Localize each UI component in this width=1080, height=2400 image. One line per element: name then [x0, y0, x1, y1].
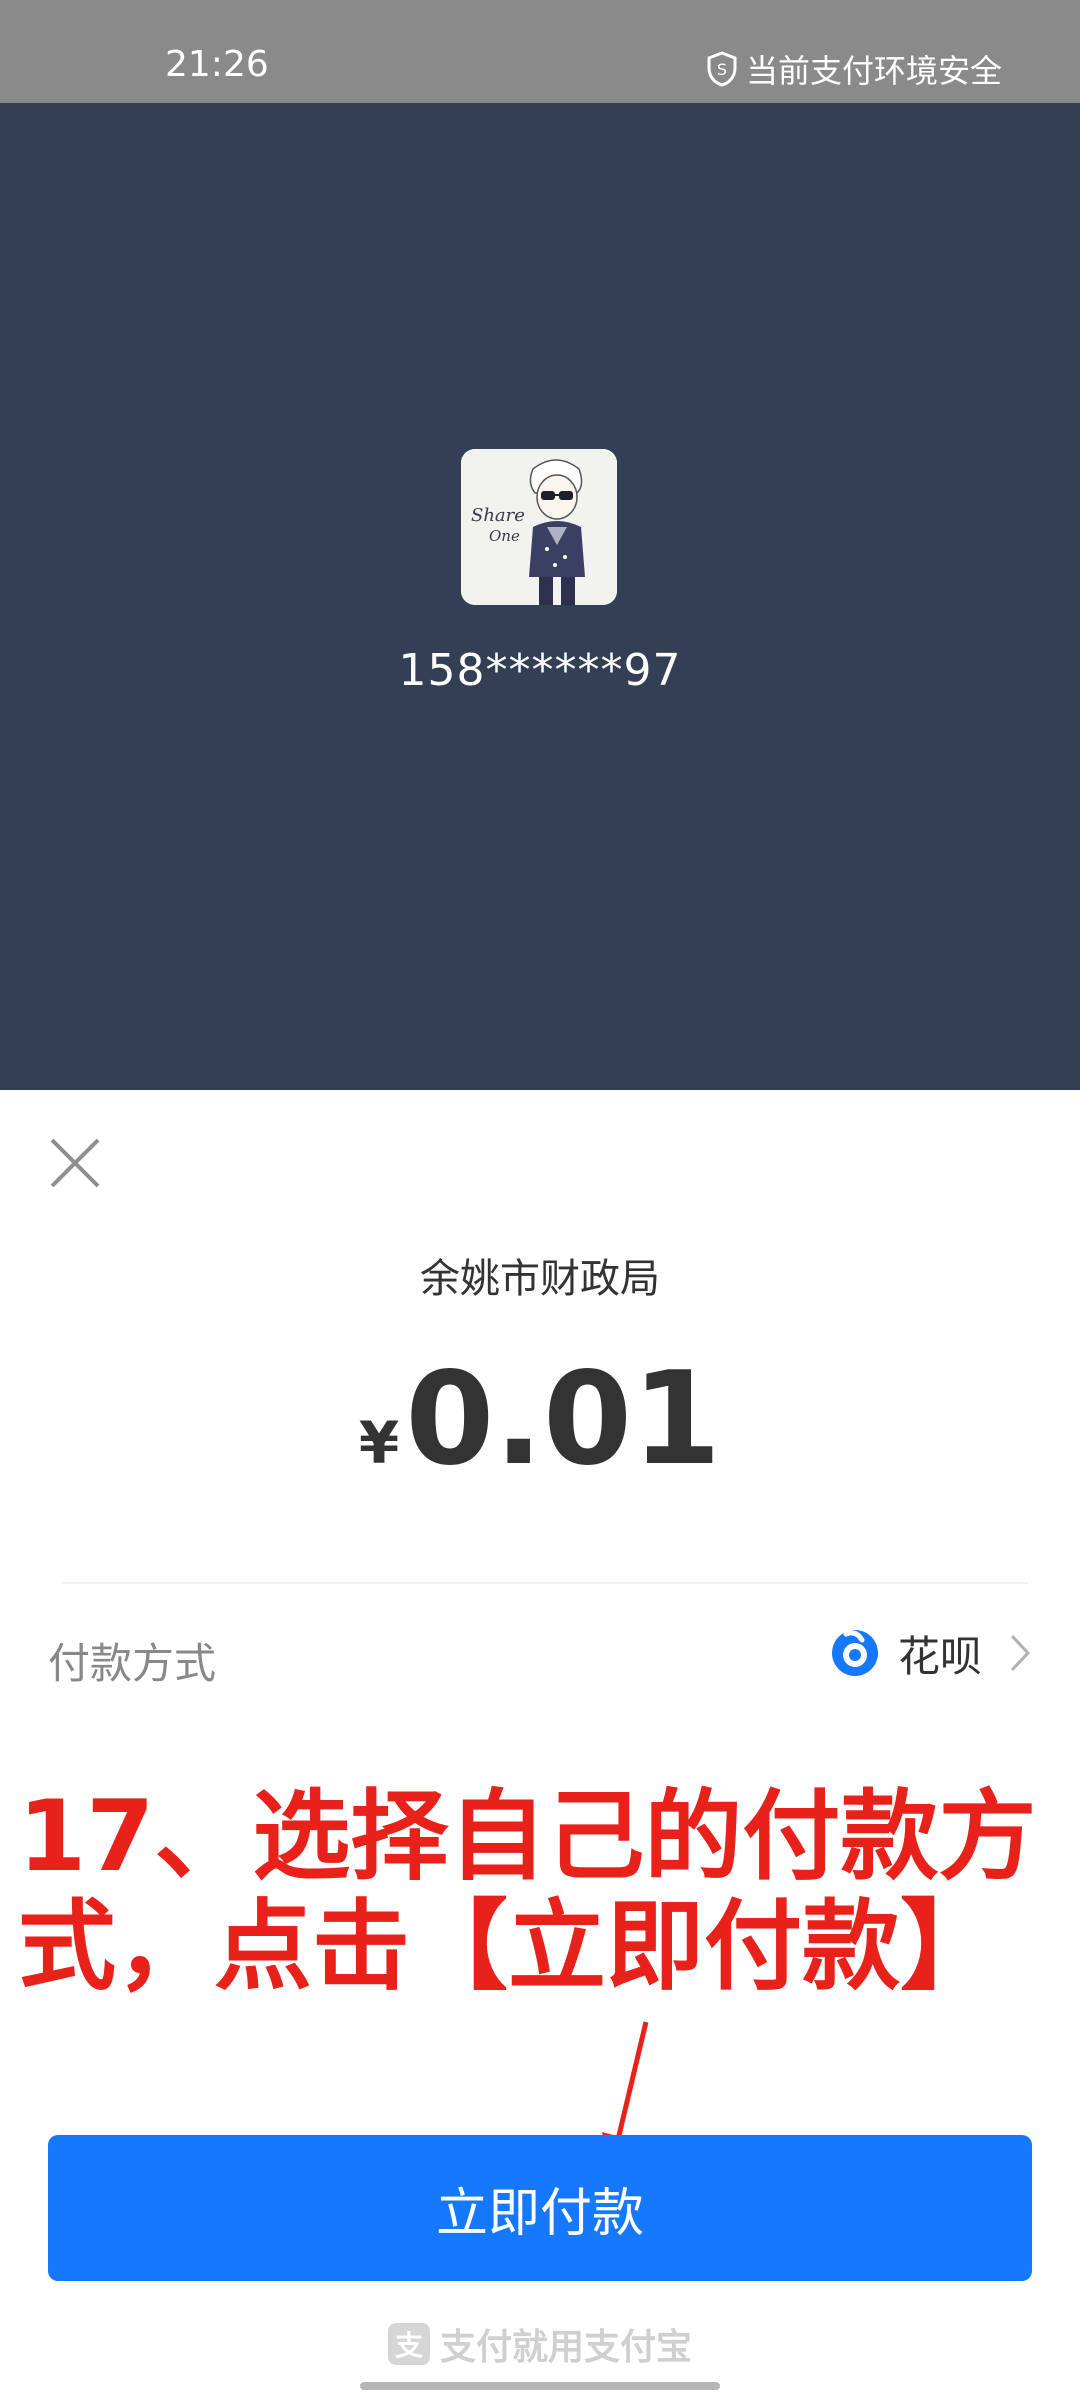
payee-panel: Share One 158******97 — [0, 103, 1080, 1090]
payment-method-selector[interactable]: 花呗 — [830, 1622, 1032, 1684]
tutorial-annotation: 17、选择自己的付款方 式，点击【立即付款】 — [18, 1782, 1058, 2002]
payment-method-value: 花呗 — [897, 1631, 982, 1681]
amount-value: 0.01 — [405, 1345, 722, 1494]
currency-symbol: ¥ — [358, 1409, 400, 1477]
avatar-illustration: Share One — [461, 449, 617, 605]
pay-now-button[interactable]: 立即付款 — [48, 2135, 1032, 2281]
close-icon — [50, 1138, 100, 1188]
annotation-line-1: 17、选择自己的付款方 — [18, 1780, 1037, 1894]
status-bar: 21:26 S 当前支付环境安全 — [0, 0, 1080, 103]
footer-text: 支付就用支付宝 — [439, 2327, 692, 2368]
home-indicator[interactable] — [360, 2382, 720, 2390]
merchant-name: 余姚市财政局 — [420, 1256, 660, 1302]
payment-amount: ¥0.01 — [0, 1345, 1080, 1494]
payment-method-label: 付款方式 — [48, 1639, 217, 1688]
svg-text:S: S — [717, 60, 727, 79]
security-text: 当前支付环境安全 — [745, 52, 1002, 90]
avatar: Share One — [461, 449, 617, 605]
annotation-line-2: 式，点击【立即付款】 — [18, 1890, 999, 2004]
huabei-icon — [831, 1630, 878, 1676]
close-button[interactable] — [46, 1134, 104, 1192]
security-status: S 当前支付环境安全 — [706, 46, 1002, 92]
payee-account: 158******97 — [398, 645, 682, 696]
footer-brand: 支 支付就用支付宝 — [0, 2318, 1080, 2370]
avatar-text-one: One — [489, 527, 520, 545]
divider — [62, 1582, 1028, 1584]
chevron-right-icon — [1010, 1634, 1031, 1672]
status-time: 21:26 — [165, 44, 269, 85]
avatar-text-share: Share — [471, 505, 525, 526]
alipay-logo-icon: 支 — [387, 2323, 430, 2365]
shield-icon: S — [707, 51, 737, 87]
